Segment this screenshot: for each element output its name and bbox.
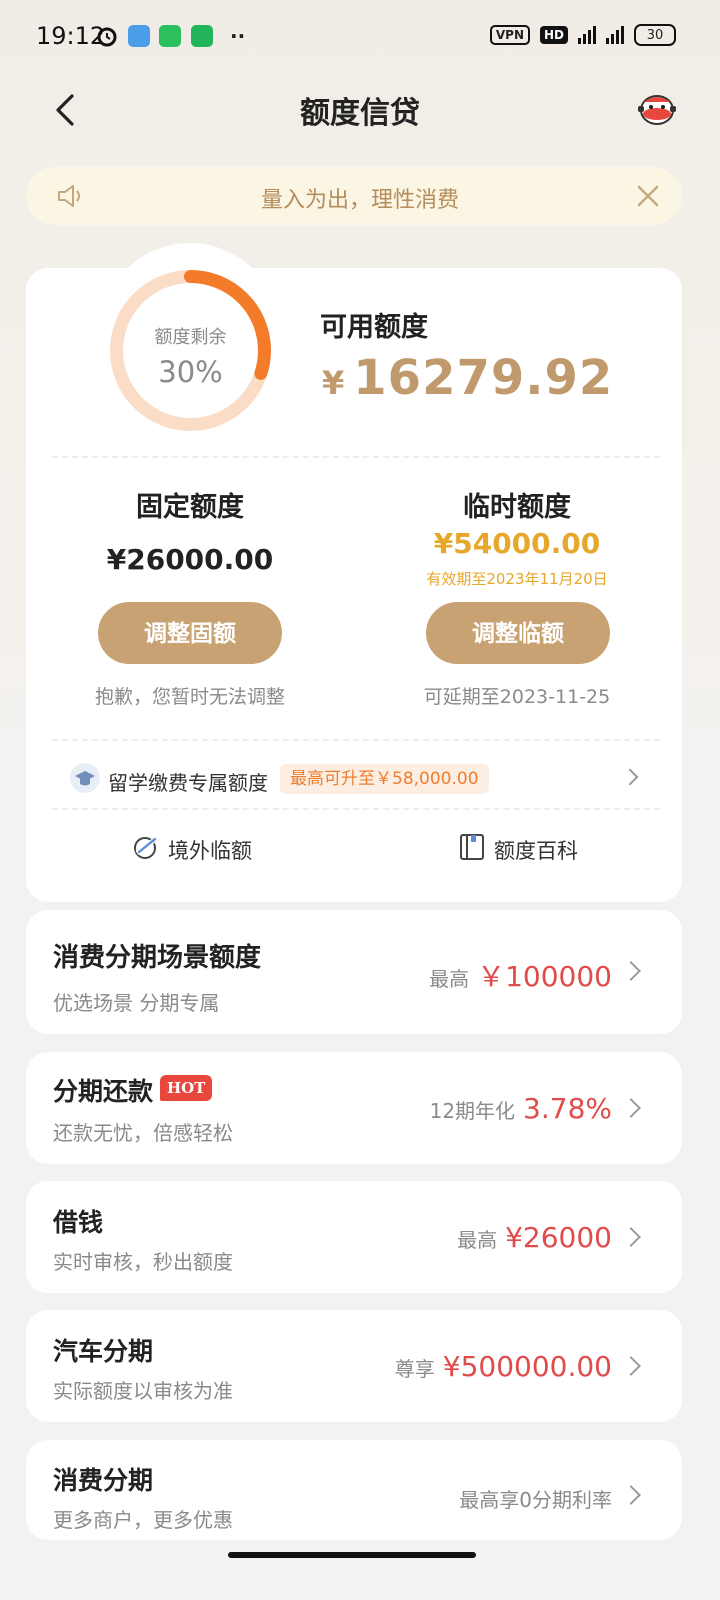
value-prefix: 尊享 (394, 1357, 435, 1381)
product-title: 汽车分期 (53, 1337, 154, 1366)
adjust-temp-button[interactable]: 调整临额 (426, 602, 610, 664)
home-indicator[interactable] (228, 1552, 476, 1558)
study-quota-label: 留学缴费专属额度 (108, 771, 268, 795)
quota-wiki-label: 额度百科 (494, 839, 578, 863)
alarm-icon (96, 25, 118, 47)
available-value: 16279.92 (353, 350, 614, 406)
value-prefix: 最高 (429, 967, 470, 991)
value-amount: 3.78% (523, 1092, 612, 1125)
divider (52, 456, 660, 458)
close-icon[interactable] (636, 184, 660, 208)
page-title: 额度信贷 (300, 96, 420, 131)
study-quota-tag: 最高可升至￥58,000.00 (280, 764, 489, 794)
fixed-hint: 抱歉，您暂时无法调整 (94, 686, 285, 708)
fixed-quota-amount: ¥26000.00 (106, 543, 274, 576)
available-amount: ¥16279.92 (322, 350, 613, 406)
value-amount: ¥26000 (505, 1221, 612, 1254)
signal-icon (578, 26, 596, 44)
product-title: 分期还款 (53, 1077, 154, 1106)
ring-percent: 30% (158, 355, 223, 389)
value-prefix: 12期年化 (429, 1099, 516, 1123)
value-amount: ￥100000 (477, 960, 612, 993)
notice-text: 量入为出，理性消费 (260, 188, 459, 213)
book-icon (459, 833, 485, 861)
product-subtitle: 实时审核，秒出额度 (53, 1250, 233, 1274)
vpn-indicator: VPN (489, 25, 530, 45)
temp-hint: 可延期至2023-11-25 (423, 686, 611, 708)
remaining-quota-ring (110, 270, 271, 431)
weather-icon (128, 25, 150, 47)
phone-app-icon (191, 25, 213, 47)
product-title: 借钱 (53, 1208, 104, 1237)
graduation-cap-icon (70, 763, 100, 793)
product-value: 最高 ￥100000 (429, 955, 612, 995)
ring-label: 额度剩余 (154, 327, 227, 348)
product-value: 最高享0分期利率 (459, 1484, 612, 1513)
temp-quota-amount: ¥54000.00 (433, 527, 601, 560)
product-title: 消费分期场景额度 (53, 943, 262, 973)
product-subtitle: 优选场景 分期专属 (53, 991, 220, 1015)
status-indicators: VPN HD 30 (489, 24, 676, 46)
more-dots-icon: ·· (230, 24, 246, 48)
product-subtitle: 更多商户，更多优惠 (53, 1508, 233, 1532)
available-label: 可用额度 (320, 312, 428, 343)
wechat-icon (159, 25, 181, 47)
currency-symbol: ¥ (322, 364, 346, 402)
product-subtitle: 还款无忧，倍感轻松 (53, 1121, 233, 1145)
signal-icon (606, 26, 624, 44)
value-prefix: 最高 (457, 1228, 498, 1252)
battery-icon: 30 (634, 24, 676, 46)
divider (52, 739, 660, 741)
product-value: 最高 ¥26000 (457, 1221, 612, 1254)
plane-globe-icon (131, 833, 159, 861)
hd-indicator: HD (539, 26, 568, 44)
value-prefix: 最高享0分期利率 (459, 1488, 612, 1512)
adjust-fixed-button[interactable]: 调整固额 (98, 602, 282, 664)
product-value: 尊享 ¥500000.00 (395, 1350, 612, 1383)
hot-badge: HOT (160, 1075, 213, 1101)
product-value: 12期年化 3.78% (430, 1092, 612, 1125)
value-amount: ¥500000.00 (442, 1350, 612, 1383)
temp-validity: 有效期至2023年11月20日 (426, 570, 608, 588)
temp-quota-title: 临时额度 (463, 492, 571, 523)
mascot-icon[interactable] (636, 90, 678, 128)
product-subtitle: 实际额度以审核为准 (53, 1379, 233, 1403)
fixed-quota-title: 固定额度 (136, 492, 244, 523)
status-time: 19:12 (36, 22, 106, 50)
product-title: 消费分期 (53, 1466, 154, 1495)
divider (52, 808, 660, 810)
overseas-quota-label: 境外临额 (168, 839, 252, 863)
